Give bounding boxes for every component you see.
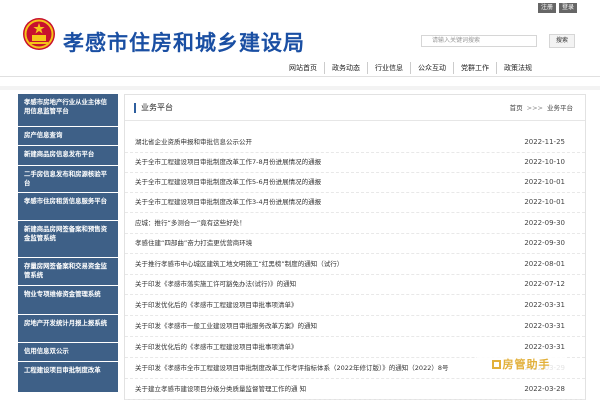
breadcrumb: 首页 >>> 业务平台 bbox=[510, 104, 573, 113]
sidebar-item-maintenance-fund[interactable]: 物业专项维修资金管理系统 bbox=[18, 286, 118, 314]
list-item[interactable]: 关于全市工程建设项目审批制度改革工作5-6月份进展情况的通报 2022-10-0… bbox=[125, 173, 585, 193]
article-title[interactable]: 关于全市工程建设项目审批制度改革工作7-8月份进展情况的通报 bbox=[135, 157, 515, 167]
article-title[interactable]: 关于印发优化后的《孝感市工程建设项目审批事项清单》 bbox=[135, 342, 515, 352]
article-title[interactable]: 关于印发优化后的《孝感市工程建设项目审批事项清单》 bbox=[135, 300, 515, 310]
sidebar: 孝感市房地产行业从业主体信用信息监管平台 房产信息查询 新建商品房信息发布平台 … bbox=[18, 94, 118, 400]
article-title[interactable]: 关于印发《孝感市全市工程建设项目审批制度改革工作考评指标体系（2022年修订版）… bbox=[135, 363, 515, 373]
article-title[interactable]: 孝感住建“四部曲”奋力打造更优营商环境 bbox=[135, 238, 515, 248]
article-date: 2022-03-28 bbox=[524, 385, 565, 393]
content-panel: 业务平台 首页 >>> 业务平台 湖北省企业资质申报和审批信息公示公开 2022-1… bbox=[124, 94, 586, 400]
list-item[interactable]: 关于建立孝感市建设项目分级分类质量监督管理工作的通 知 2022-03-28 bbox=[125, 380, 585, 400]
list-item[interactable]: 关于印发优化后的《孝感市工程建设项目审批事项清单》 2022-03-31 bbox=[125, 296, 585, 316]
site-header: 孝感市住房和城乡建设局 注册 登录 请输入关键词搜索 搜索 bbox=[0, 0, 600, 60]
article-date: 2022-09-30 bbox=[524, 219, 565, 227]
list-item[interactable]: 关于印发优化后的《孝感市工程建设项目审批事项清单》 2022-03-31 bbox=[125, 338, 585, 358]
sidebar-item-approval-reform[interactable]: 工程建设项目审批制度改革 bbox=[18, 362, 118, 392]
nav-item-industry-info[interactable]: 行业信息 bbox=[367, 62, 410, 74]
page-title: 业务平台 bbox=[141, 103, 173, 112]
login-link[interactable]: 登录 bbox=[558, 3, 577, 13]
sidebar-item-second-hand-housing[interactable]: 二手房信息发布和房源核验平台 bbox=[18, 166, 118, 192]
list-item[interactable]: 孝感住建“四部曲”奋力打造更优营商环境 2022-09-30 bbox=[125, 234, 585, 254]
breadcrumb-current: 业务平台 bbox=[547, 104, 573, 112]
article-date: 2022-07-12 bbox=[524, 280, 565, 288]
article-date: 2022-10-01 bbox=[524, 178, 565, 186]
nav-item-policies[interactable]: 政策法规 bbox=[496, 62, 539, 74]
sidebar-item-new-housing-release[interactable]: 新建商品房信息发布平台 bbox=[18, 146, 118, 165]
national-emblem-icon bbox=[23, 18, 55, 50]
list-item[interactable]: 湖北省企业资质申报和审批信息公示公开 2022-11-25 bbox=[125, 133, 585, 153]
breadcrumb-separator: >>> bbox=[526, 104, 543, 112]
register-link[interactable]: 注册 bbox=[537, 3, 556, 13]
main-nav: 网站首页 政务动态 行业信息 公众互动 党群工作 政策法规 bbox=[282, 62, 539, 74]
nav-band bbox=[0, 86, 600, 90]
article-title[interactable]: 关于建立孝感市建设项目分级分类质量监督管理工作的通 知 bbox=[135, 384, 515, 394]
nav-item-government-news[interactable]: 政务动态 bbox=[324, 62, 367, 74]
article-title[interactable]: 应城：推行“多测合一”竟有这些好处！ bbox=[135, 218, 515, 228]
list-item[interactable]: 关于全市工程建设项目审批制度改革工作7-8月份进展情况的通报 2022-10-1… bbox=[125, 153, 585, 173]
article-title[interactable]: 关于印发《孝感市落实施工许可豁免办法(试行)》的通知 bbox=[135, 279, 515, 289]
nav-item-public-interaction[interactable]: 公众互动 bbox=[410, 62, 453, 74]
nav-item-party-work[interactable]: 党群工作 bbox=[453, 62, 496, 74]
top-links: 注册 登录 bbox=[537, 3, 577, 13]
article-date: 2022-03-31 bbox=[524, 343, 565, 351]
article-date: 2022-09-30 bbox=[524, 239, 565, 247]
title-accent-bar bbox=[134, 103, 136, 113]
article-title[interactable]: 关于全市工程建设项目审批制度改革工作5-6月份进展情况的通报 bbox=[135, 177, 515, 187]
list-item[interactable]: 应城：推行“多测合一”竟有这些好处！ 2022-09-30 bbox=[125, 214, 585, 234]
article-date: 2022-11-25 bbox=[524, 138, 565, 146]
panel-header: 业务平台 首页 >>> 业务平台 bbox=[125, 95, 585, 121]
article-date: 2022-03-31 bbox=[524, 301, 565, 309]
sidebar-item-property-query[interactable]: 房产信息查询 bbox=[18, 127, 118, 145]
house-manager-logo-icon bbox=[491, 360, 501, 369]
search-input[interactable]: 请输入关键词搜索 bbox=[421, 35, 537, 47]
site-title: 孝感市住房和城乡建设局 bbox=[63, 31, 305, 55]
sidebar-item-new-housing-presale[interactable]: 新建商品房网签备案和预售资金监管系统 bbox=[18, 221, 118, 257]
sidebar-item-rental-platform[interactable]: 孝感市住房租赁信息服务平台 bbox=[18, 193, 118, 220]
watermark: 房管助手 bbox=[477, 357, 565, 373]
article-title[interactable]: 关于印发《孝感市一般工业建设项目审批服务改革方案》的通知 bbox=[135, 321, 515, 331]
sidebar-item-monthly-report[interactable]: 房地产开发统计月报上报系统 bbox=[18, 315, 118, 342]
article-date: 2022-08-01 bbox=[524, 260, 565, 268]
nav-divider bbox=[0, 76, 600, 77]
sidebar-item-credit-disclosure[interactable]: 信用信息双公示 bbox=[18, 343, 118, 361]
watermark-text: 房管助手 bbox=[502, 358, 551, 371]
article-date: 2022-10-01 bbox=[524, 198, 565, 206]
article-title[interactable]: 关于全市工程建设项目审批制度改革工作3-4月份进展情况的通报 bbox=[135, 197, 515, 207]
article-title[interactable]: 关于推行孝感市中心城区建筑工地文明施工“红黑榜”制度的通知（试行） bbox=[135, 259, 515, 269]
search-button[interactable]: 搜索 bbox=[549, 34, 575, 48]
sidebar-item-existing-housing[interactable]: 存量房网签备案和交易资金监管系统 bbox=[18, 258, 118, 285]
nav-item-home[interactable]: 网站首页 bbox=[282, 62, 324, 74]
article-title[interactable]: 湖北省企业资质申报和审批信息公示公开 bbox=[135, 137, 515, 147]
article-date: 2022-03-31 bbox=[524, 322, 565, 330]
breadcrumb-home[interactable]: 首页 bbox=[510, 104, 523, 112]
list-item[interactable]: 关于推行孝感市中心城区建筑工地文明施工“红黑榜”制度的通知（试行） 2022-0… bbox=[125, 255, 585, 275]
list-item[interactable]: 关于印发《孝感市一般工业建设项目审批服务改革方案》的通知 2022-03-31 bbox=[125, 317, 585, 337]
list-item[interactable]: 关于全市工程建设项目审批制度改革工作3-4月份进展情况的通报 2022-10-0… bbox=[125, 193, 585, 213]
sidebar-item-credit-platform[interactable]: 孝感市房地产行业从业主体信用信息监管平台 bbox=[18, 94, 118, 126]
list-item[interactable]: 关于印发《孝感市落实施工许可豁免办法(试行)》的通知 2022-07-12 bbox=[125, 275, 585, 295]
article-date: 2022-10-10 bbox=[524, 158, 565, 166]
